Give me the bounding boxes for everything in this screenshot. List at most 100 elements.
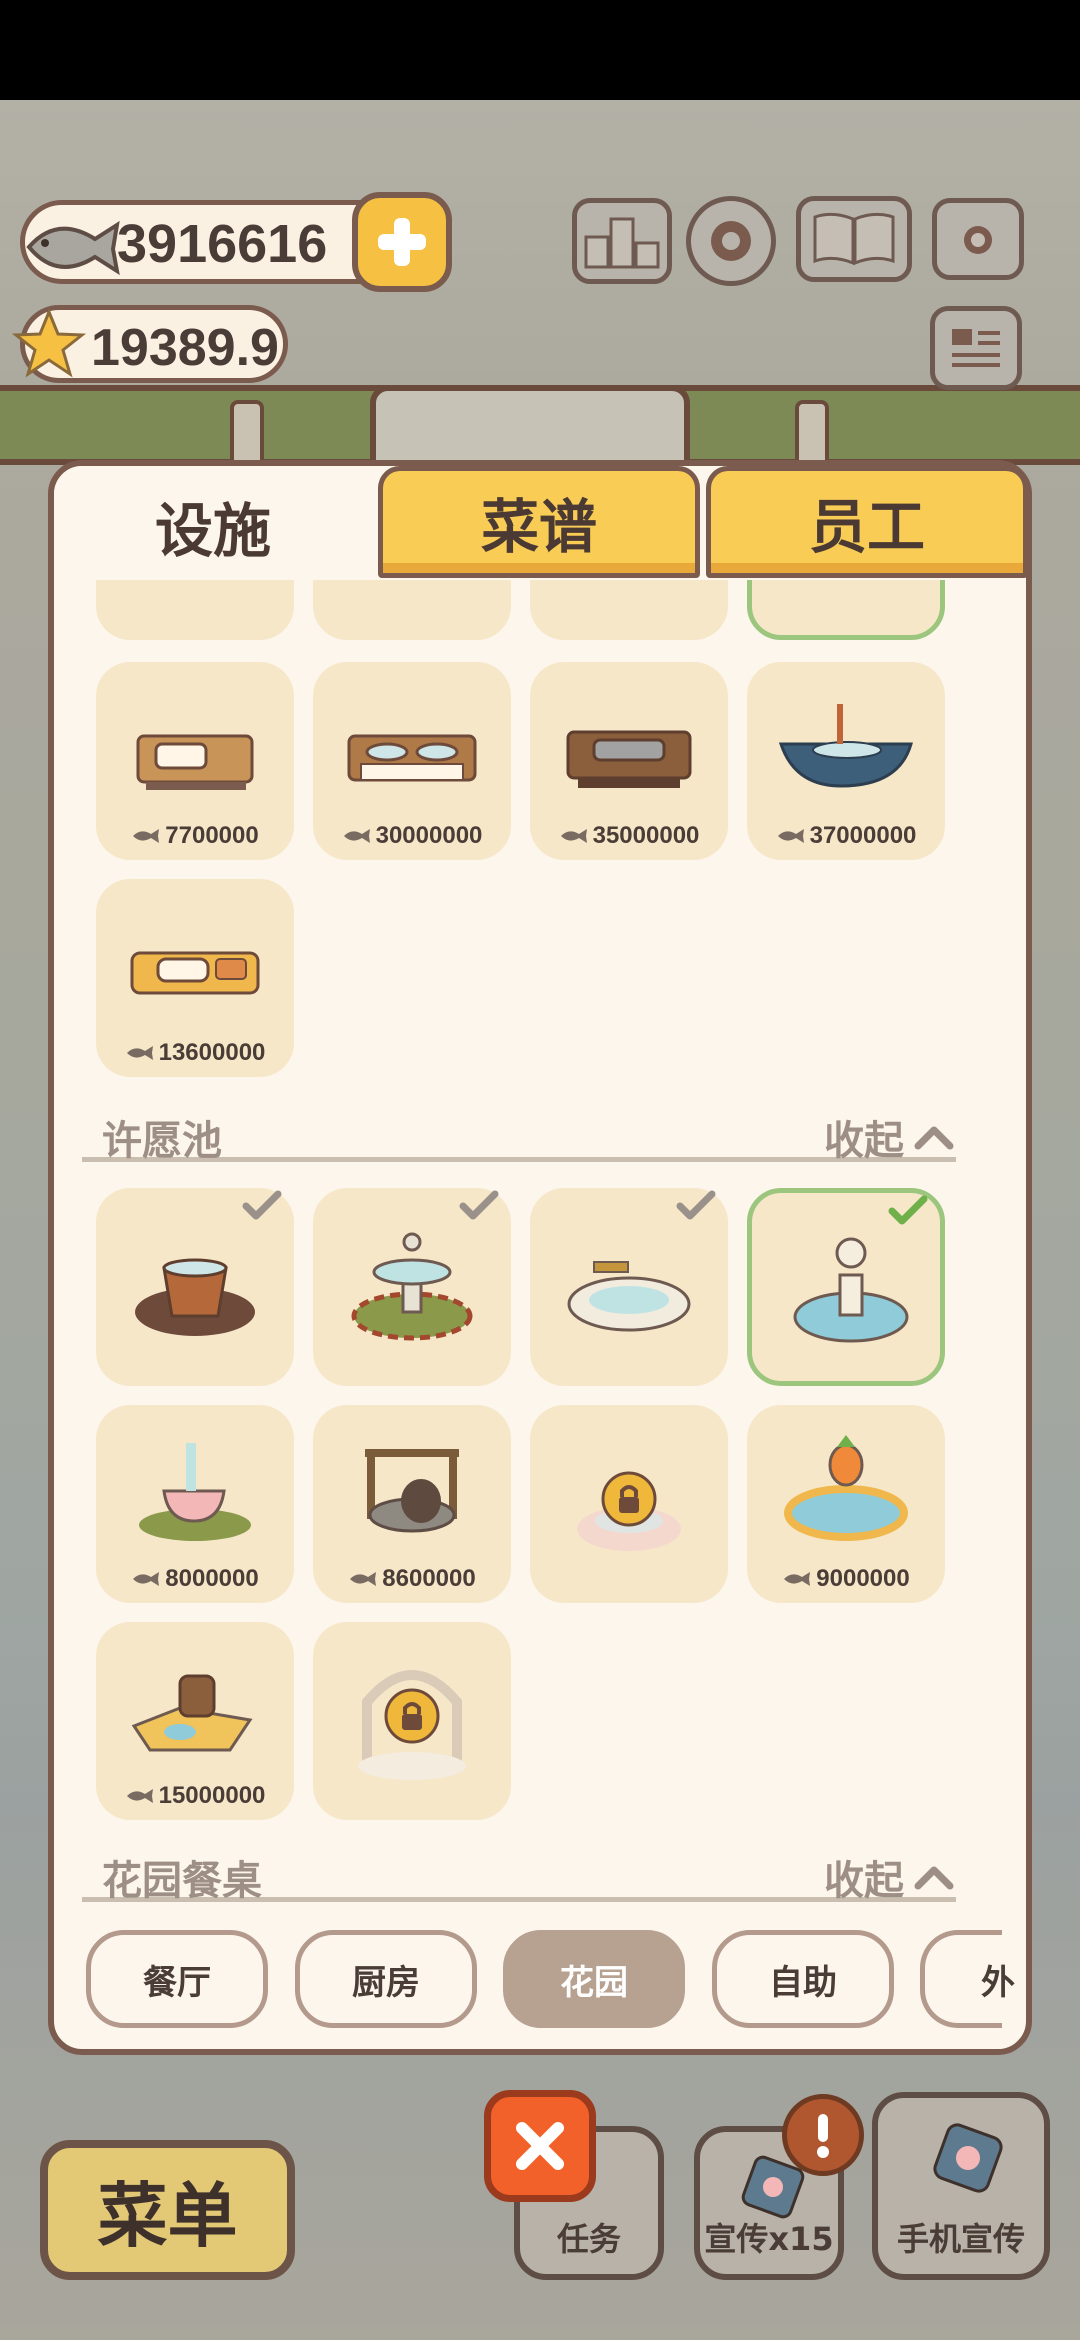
fish-amount: 3916616 (117, 214, 328, 274)
facility-card[interactable] (96, 580, 294, 640)
phone-promo-label: 手机宣传 (896, 2220, 1025, 2258)
chevron-up-icon (914, 1126, 954, 1150)
category-buffet[interactable]: 自助 (712, 1930, 894, 2028)
price-value: 13600000 (158, 1039, 266, 1066)
promo-label: 宣传x15 (704, 2220, 834, 2258)
wishing-pool-card[interactable] (530, 1188, 728, 1386)
close-icon (516, 2122, 564, 2170)
category-kitchen[interactable]: 厨房 (295, 1930, 477, 2028)
stone-pond-art (567, 1261, 691, 1332)
wishing-pool-card[interactable]: 15000000 (96, 1622, 294, 1820)
wishing-pool-card[interactable] (313, 1188, 511, 1386)
close-button[interactable] (484, 2090, 596, 2202)
wishing-pool-card-selected[interactable] (747, 1188, 945, 1386)
news-button[interactable] (930, 306, 1022, 390)
star-icon (11, 306, 87, 386)
phone-promo-button[interactable]: 手机宣传 (872, 2092, 1050, 2280)
collapse-label: 收起 (824, 1858, 904, 1904)
price-value: 15000000 (158, 1782, 266, 1809)
wishing-pool-card[interactable]: 8600000 (313, 1405, 511, 1603)
stone-sink-art (566, 730, 692, 788)
alert-badge (782, 2094, 864, 2176)
phone-flyer-icon (933, 2123, 1003, 2193)
fish-icon (350, 1572, 377, 1586)
lock-icon (601, 1471, 657, 1527)
lock-icon (384, 1688, 440, 1744)
boat-sink-art (778, 704, 913, 788)
fish-icon (343, 829, 370, 843)
chevron-up-icon (914, 1866, 954, 1890)
wishing-pool-card-locked[interactable] (313, 1622, 511, 1820)
facility-card[interactable] (530, 580, 728, 640)
collapse-toggle[interactable]: 收起 (824, 1108, 956, 1166)
price-value: 37000000 (809, 822, 917, 849)
status-bar (0, 0, 1080, 100)
teacup-fountain-art (139, 1443, 251, 1541)
facility-card[interactable] (313, 580, 511, 640)
price-tag: 8600000 (313, 1565, 511, 1593)
collapse-label: 收起 (824, 1118, 904, 1164)
exclamation-icon (817, 2114, 829, 2158)
double-sink-art (347, 734, 477, 782)
price-tag: 7700000 (96, 822, 294, 850)
fish-icon (560, 829, 587, 843)
price-value: 7700000 (165, 822, 259, 849)
wishing-pool-card[interactable] (96, 1188, 294, 1386)
price-value: 35000000 (592, 822, 700, 849)
tab-recipes[interactable]: 菜谱 (378, 466, 700, 578)
section-title: 花园餐桌 (102, 1858, 262, 1904)
price-tag: 13600000 (96, 1039, 294, 1067)
facility-card[interactable]: 37000000 (747, 662, 945, 860)
price-tag: 8000000 (96, 1565, 294, 1593)
sink-counter-art (136, 734, 254, 790)
newspaper-icon (952, 329, 1000, 367)
facility-card-selected[interactable] (747, 580, 945, 640)
tab-staff[interactable]: 员工 (706, 466, 1028, 578)
price-value: 30000000 (375, 822, 483, 849)
section-header-garden-table: 花园餐桌 收起 (82, 1842, 956, 1904)
fish-icon (126, 1046, 153, 1060)
ranking-button[interactable] (572, 198, 672, 284)
star-amount: 19389.9 (91, 319, 279, 377)
facility-card[interactable]: 7700000 (96, 662, 294, 860)
star-currency: 19389.9 (11, 305, 288, 383)
facility-list[interactable]: 7700000 30000000 35000000 37000000 13600… (60, 580, 1020, 1910)
price-tag: 9000000 (747, 1565, 945, 1593)
podium-icon (584, 217, 660, 269)
tab-facilities[interactable]: 设施 (54, 466, 372, 586)
catalog-button[interactable] (796, 196, 912, 282)
plus-icon (378, 218, 426, 266)
category-restaurant[interactable]: 餐厅 (86, 1930, 268, 2028)
gear-icon (711, 221, 751, 261)
section-title: 许愿池 (102, 1118, 222, 1164)
picnic-pool-art (131, 1674, 253, 1752)
price-tag: 35000000 (530, 822, 728, 850)
fish-icon (126, 1789, 153, 1803)
fish-icon (133, 1572, 160, 1586)
category-outside[interactable]: 外 (920, 1930, 1015, 2028)
tasks-label: 任务 (556, 2220, 621, 2258)
facility-card[interactable]: 13600000 (96, 879, 294, 1077)
add-currency-button[interactable] (352, 192, 452, 292)
book-icon (813, 212, 895, 266)
wishing-pool-card-locked[interactable] (530, 1405, 728, 1603)
price-value: 8000000 (165, 1565, 259, 1592)
camera-button[interactable] (932, 198, 1024, 280)
fish-icon (17, 205, 127, 293)
wishing-pool-card[interactable]: 9000000 (747, 1405, 945, 1603)
facility-card[interactable]: 35000000 (530, 662, 728, 860)
settings-button[interactable] (686, 196, 776, 286)
wishing-pool-card[interactable]: 8000000 (96, 1405, 294, 1603)
yellow-sink-art (130, 951, 260, 995)
facility-card[interactable]: 30000000 (313, 662, 511, 860)
clay-pot-well-art (135, 1258, 255, 1336)
fish-icon (133, 829, 160, 843)
hedgehog-well-art (365, 1449, 459, 1533)
menu-button[interactable]: 菜单 (40, 2140, 295, 2280)
collapse-toggle[interactable]: 收起 (824, 1848, 956, 1906)
category-garden[interactable]: 花园 (503, 1930, 685, 2028)
price-tag: 15000000 (96, 1782, 294, 1810)
price-tag: 37000000 (747, 822, 945, 850)
fish-icon (784, 1572, 811, 1586)
fish-icon (777, 829, 804, 843)
